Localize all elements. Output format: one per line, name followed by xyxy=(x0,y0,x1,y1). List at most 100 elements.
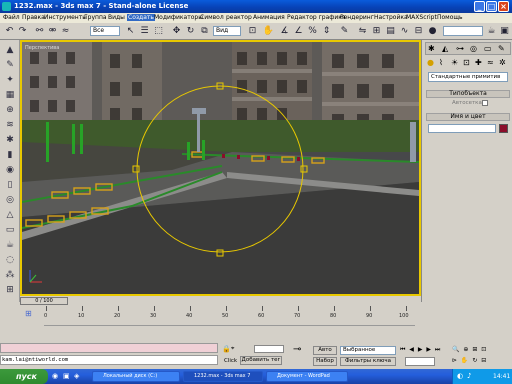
menu-maxscript[interactable]: MAXScript xyxy=(406,14,437,21)
schematic-view-icon[interactable]: ⊟ xyxy=(412,25,425,38)
motion-tab-icon[interactable]: ◎ xyxy=(470,44,477,53)
shapes-cat-icon[interactable]: ⌇ xyxy=(439,58,443,67)
menu-edit[interactable]: Правка xyxy=(22,14,45,21)
modify-tab-icon[interactable]: ◭ xyxy=(442,44,448,53)
rectangle-region-icon[interactable]: ⬚ xyxy=(152,25,165,38)
orbit-controls[interactable]: ⊳ ✋ ↻ ⊟ xyxy=(452,357,487,364)
track-bar[interactable]: 0 10 20 30 40 50 60 70 80 90 100 xyxy=(44,306,415,326)
cameras-cat-icon[interactable]: ⊡ xyxy=(463,58,470,67)
rollout-object-type[interactable]: Типобъекта xyxy=(426,90,510,98)
menu-help[interactable]: Помощь xyxy=(437,14,463,21)
maxscript-listener[interactable]: kam.lai@ntiworld.com xyxy=(0,355,218,365)
tray-icon[interactable]: ♪ xyxy=(467,372,471,380)
desktop-icon[interactable]: ▣ xyxy=(63,372,70,380)
bind-space-warp-icon[interactable]: ≈ xyxy=(59,25,72,38)
space-warps-icon[interactable]: ≋ xyxy=(3,119,17,132)
box-icon[interactable]: ▮ xyxy=(3,149,17,162)
render-type-select[interactable] xyxy=(443,26,483,36)
select-scale-icon[interactable]: ⧉ xyxy=(198,25,211,38)
tray-icon[interactable]: ◐ xyxy=(457,372,463,380)
redo-icon[interactable]: ↷ xyxy=(16,25,29,38)
object-name-input[interactable] xyxy=(428,124,496,133)
menu-character[interactable]: Символ xyxy=(200,14,224,21)
spinner-snap-icon[interactable]: ⇕ xyxy=(320,25,333,38)
systems-icon[interactable]: ✱ xyxy=(3,134,17,147)
create-geometry-icon[interactable]: ▲ xyxy=(3,44,17,57)
align-icon[interactable]: ⊞ xyxy=(370,25,383,38)
coord-x-field[interactable] xyxy=(254,345,284,353)
systems-cat-icon[interactable]: ✲ xyxy=(499,58,506,67)
start-button[interactable]: пуск xyxy=(0,369,48,384)
key-icon[interactable]: ⊸ xyxy=(293,345,301,355)
select-by-name-icon[interactable]: ☰ xyxy=(138,25,151,38)
spacewarps-cat-icon[interactable]: ≈ xyxy=(487,58,494,67)
browser-icon[interactable]: ◈ xyxy=(74,372,79,380)
menu-modifiers[interactable]: Модификаторы xyxy=(154,14,203,21)
patch-icon[interactable]: ⊞ xyxy=(3,284,17,297)
pivot-center-icon[interactable]: ⊡ xyxy=(246,25,259,38)
mirror-icon[interactable]: ⇋ xyxy=(356,25,369,38)
menu-views[interactable]: Виды xyxy=(108,14,125,21)
menu-graph-editors[interactable]: Редактор графика xyxy=(287,14,346,21)
menu-reactor[interactable]: реактор xyxy=(226,14,252,21)
quick-launch-icon[interactable]: ◉ xyxy=(52,372,58,380)
select-object-icon[interactable]: ↖ xyxy=(124,25,137,38)
create-tab-icon[interactable]: ✱ xyxy=(428,44,435,53)
display-tab-icon[interactable]: ▭ xyxy=(484,44,492,53)
select-rotate-icon[interactable]: ↻ xyxy=(184,25,197,38)
material-editor-icon[interactable]: ● xyxy=(426,25,439,38)
menu-file[interactable]: Файл xyxy=(3,14,20,21)
autogrid-checkbox[interactable] xyxy=(482,100,488,106)
playback-controls[interactable]: ⏮ ◀ ▶ ▶ ⏭ xyxy=(400,346,441,354)
tube-icon[interactable]: ◌ xyxy=(3,254,17,267)
selection-filter-select[interactable]: Все xyxy=(90,26,120,36)
helpers-icon[interactable]: ⊕ xyxy=(3,104,17,117)
current-frame-field[interactable] xyxy=(405,357,435,366)
shapes-icon[interactable]: ✎ xyxy=(3,59,17,72)
hierarchy-tab-icon[interactable]: ⊶ xyxy=(456,44,464,53)
particles-icon[interactable]: ⁂ xyxy=(3,269,17,282)
cone-icon[interactable]: △ xyxy=(3,209,17,222)
lock-icon[interactable]: 🔒 xyxy=(222,345,231,353)
set-key-button[interactable]: Набор xyxy=(313,357,337,366)
key-mode-select[interactable]: Выбранное xyxy=(340,346,396,355)
menu-group[interactable]: Группа xyxy=(84,14,107,21)
plane-icon[interactable]: ▭ xyxy=(3,224,17,237)
task-wordpad[interactable]: Документ - WordPad xyxy=(266,371,348,382)
rollout-name-color[interactable]: Имя и цвет xyxy=(426,113,510,121)
maximize-button[interactable]: □ xyxy=(486,1,497,12)
lights-cat-icon[interactable]: ☀ xyxy=(451,58,458,67)
helpers-cat-icon[interactable]: ✚ xyxy=(475,58,482,67)
object-color-swatch[interactable] xyxy=(499,124,508,133)
cylinder-icon[interactable]: ▯ xyxy=(3,179,17,192)
maxscript-listener-top[interactable] xyxy=(0,343,218,353)
snap-toggle-icon[interactable]: ∡ xyxy=(278,25,291,38)
time-slider[interactable]: 0 / 100 xyxy=(20,296,421,306)
menu-animation[interactable]: Анимация xyxy=(253,14,285,21)
layer-manager-icon[interactable]: ▤ xyxy=(384,25,397,38)
render-scene-icon[interactable]: ▣ xyxy=(498,25,511,38)
menu-create[interactable]: Создать xyxy=(127,14,155,21)
absolute-mode-icon[interactable]: ⌖ xyxy=(231,345,234,353)
angle-snap-icon[interactable]: ∠ xyxy=(292,25,305,38)
viewport-label[interactable]: Перспектива xyxy=(25,45,59,51)
lights-icon[interactable]: ✦ xyxy=(3,74,17,87)
add-time-tag-button[interactable]: Добавить тег xyxy=(240,356,282,365)
cameras-icon[interactable]: ▦ xyxy=(3,89,17,102)
teapot-icon[interactable]: ☕ xyxy=(3,239,17,252)
torus-icon[interactable]: ◎ xyxy=(3,194,17,207)
quick-render-icon[interactable]: ☕ xyxy=(485,25,498,38)
auto-key-button[interactable]: Авто xyxy=(313,346,337,355)
menu-rendering[interactable]: Рендеринг xyxy=(340,14,374,21)
task-3dsmax[interactable]: 1232.max - 3ds max 7 xyxy=(183,371,263,382)
select-link-icon[interactable]: ⚯ xyxy=(33,25,46,38)
perspective-viewport[interactable]: Перспектива xyxy=(20,40,421,296)
time-slider-thumb[interactable]: 0 / 100 xyxy=(20,297,68,305)
task-local-disk[interactable]: Локальный диск (C:) xyxy=(92,371,180,382)
reference-coord-select[interactable]: Вид xyxy=(213,26,241,36)
named-selection-icon[interactable]: ✎ xyxy=(338,25,351,38)
select-move-icon[interactable]: ✥ xyxy=(170,25,183,38)
menu-customize[interactable]: Настройка xyxy=(374,14,408,21)
track-bar-icon[interactable]: ⊞ xyxy=(25,309,35,321)
utilities-tab-icon[interactable]: ✎ xyxy=(498,44,505,53)
